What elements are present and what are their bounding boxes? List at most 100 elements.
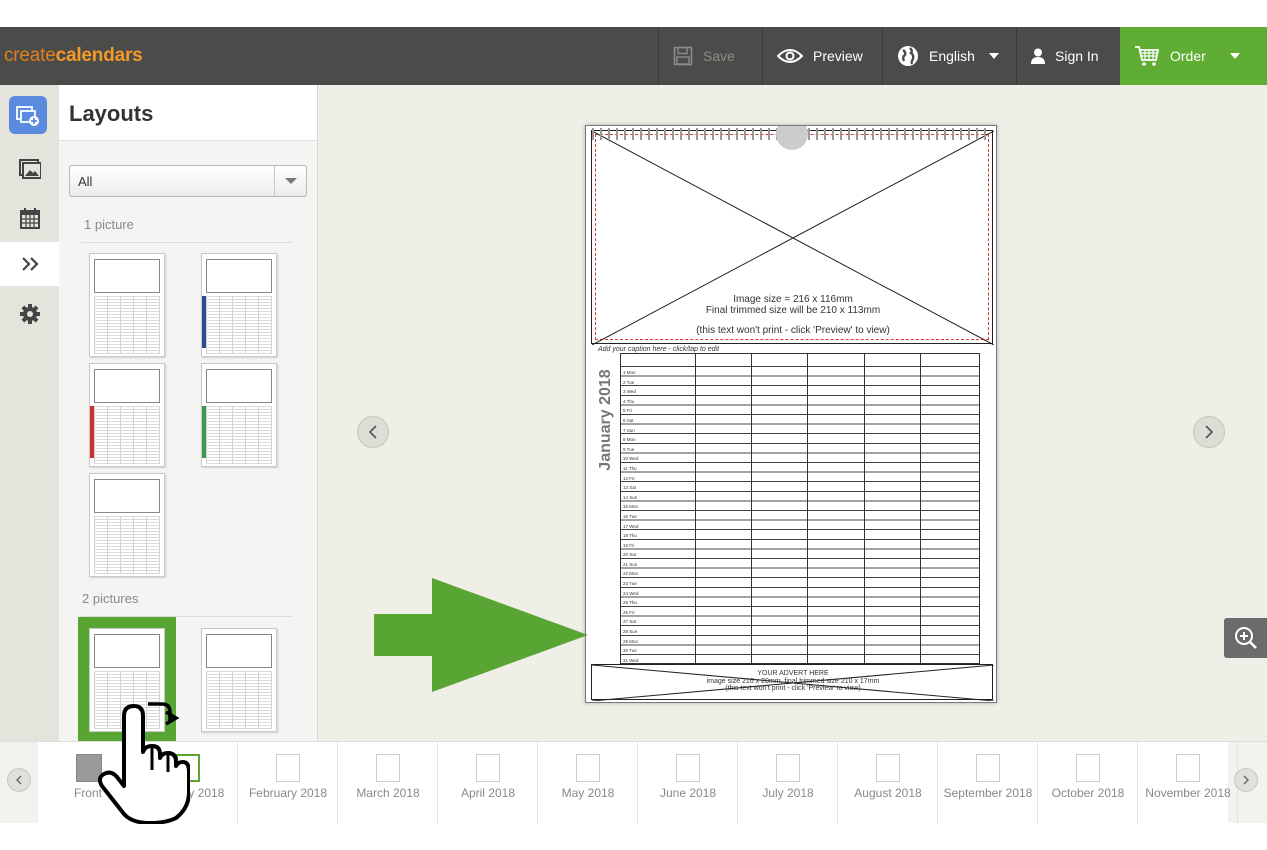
order-label: Order [1170, 48, 1206, 64]
section-label-1-picture: 1 picture [84, 217, 134, 232]
strip-item-label: March 2018 [356, 786, 420, 800]
advert-title: YOUR ADVERT HERE [757, 670, 829, 677]
strip-item-label: February 2018 [248, 786, 328, 800]
chevron-down-icon [274, 166, 306, 196]
photo-placeholder[interactable]: Image size = 216 x 116mm Final trimmed s… [591, 130, 994, 345]
page-thumbnail [876, 754, 900, 782]
strip-item-label: September 2018 [943, 786, 1033, 800]
page-thumbnail [376, 754, 400, 782]
day-label: 22 Mon [623, 571, 639, 577]
strip-item-november-2018[interactable]: November 2018 [1138, 742, 1238, 824]
section-label-2-pictures: 2 pictures [82, 591, 139, 606]
layout-thumbnail[interactable] [201, 628, 277, 732]
day-label: 2 Tue [623, 379, 635, 385]
shopping-cart-icon [1135, 46, 1160, 66]
preview-button[interactable]: Preview [762, 27, 882, 85]
strip-item-label: August 2018 [854, 786, 922, 800]
strip-item-june-2018[interactable]: June 2018 [638, 742, 738, 824]
page-thumbnail [1176, 754, 1200, 782]
strip-scroll-left-button[interactable] [7, 768, 31, 792]
top-bar: createcalendars Save Preview English Sig… [0, 27, 1267, 85]
globe-icon [898, 46, 918, 66]
previous-page-button[interactable] [357, 416, 389, 448]
strip-scroll-right-button[interactable] [1234, 768, 1258, 792]
calendar-page: Image size = 216 x 116mm Final trimmed s… [585, 125, 997, 703]
layouts-panel: Layouts All 1 picture 2 pictures [59, 85, 318, 741]
photos-tab[interactable] [0, 147, 59, 191]
layouts-icon [21, 257, 39, 271]
eye-icon [777, 49, 803, 63]
image-size-text: Image size = 216 x 116mm [733, 294, 853, 305]
day-label: 4 Thu [623, 398, 635, 404]
day-label: 10 Wed [623, 456, 639, 462]
strip-item-august-2018[interactable]: August 2018 [838, 742, 938, 824]
chevron-down-icon [988, 53, 999, 59]
day-label: 23 Tue [623, 581, 637, 587]
day-label: 7 Sun [623, 427, 635, 433]
photo-size-info: Image size = 216 x 116mm Final trimmed s… [592, 294, 994, 336]
page-thumbnail [676, 754, 700, 782]
panel-header: Layouts [59, 85, 317, 141]
strip-item-may-2018[interactable]: May 2018 [538, 742, 638, 824]
month-title: January 2018 [597, 369, 614, 471]
page-strip-items: FrontJanuary 2018February 2018March 2018… [38, 742, 1238, 824]
page-thumbnail [1076, 754, 1100, 782]
day-label: 25 Thu [623, 600, 637, 606]
order-button[interactable]: Order [1120, 27, 1267, 85]
layout-thumbnail[interactable] [201, 363, 277, 467]
layout-thumbnail[interactable] [201, 253, 277, 357]
language-dropdown[interactable]: English [882, 27, 1016, 85]
advert-placeholder[interactable]: YOUR ADVERT HERE image size 216 x 20mm, … [591, 664, 994, 701]
floppy-disk-icon [673, 46, 693, 66]
language-label: English [929, 48, 975, 64]
green-arrow-overlay [374, 578, 588, 692]
layout-thumbnail[interactable] [89, 253, 165, 357]
panel-title: Layouts [69, 101, 154, 126]
calendar-icon [19, 208, 40, 229]
sign-in-button[interactable]: Sign In [1016, 27, 1120, 85]
tool-rail [0, 85, 59, 741]
day-label: 9 Tue [623, 446, 635, 452]
brand-part-calendars: calendars [55, 45, 143, 66]
strip-item-label: July 2018 [762, 786, 814, 800]
strip-item-july-2018[interactable]: July 2018 [738, 742, 838, 824]
strip-item-september-2018[interactable]: September 2018 [938, 742, 1038, 824]
add-photos-icon [16, 106, 39, 126]
layout-thumbnail[interactable] [89, 473, 165, 577]
strip-item-february-2018[interactable]: February 2018 [238, 742, 338, 824]
layouts-tab[interactable] [0, 242, 59, 286]
section-divider [81, 616, 293, 617]
zoom-button[interactable] [1224, 618, 1267, 658]
next-page-button[interactable] [1193, 416, 1225, 448]
day-label: 14 Sun [623, 494, 638, 500]
day-label: 12 Fri [623, 475, 635, 481]
day-label: 24 Wed [623, 590, 639, 596]
settings-tab[interactable] [0, 292, 59, 336]
layout-thumbnail[interactable] [89, 363, 165, 467]
day-label: 16 Tue [623, 513, 637, 519]
strip-item-october-2018[interactable]: October 2018 [1038, 742, 1138, 824]
add-photos-button[interactable] [9, 96, 47, 134]
day-label: 11 Thu [623, 465, 637, 471]
app-window: createcalendars Save Preview English Sig… [0, 27, 1267, 824]
no-print-note: (this text won't print - click 'Preview'… [696, 325, 890, 336]
day-label: 26 Fri [623, 609, 635, 615]
brand-logo[interactable]: createcalendars [4, 45, 143, 67]
day-label: 27 Sat [623, 619, 637, 625]
page-thumbnail [776, 754, 800, 782]
layout-filter-select[interactable]: All [69, 165, 307, 197]
sign-in-label: Sign In [1055, 48, 1099, 64]
page-strip: FrontJanuary 2018February 2018March 2018… [0, 741, 1267, 824]
caption-field[interactable]: Add your caption here - click/tap to edi… [598, 346, 719, 353]
strip-item-label: June 2018 [659, 786, 717, 800]
strip-item-label: April 2018 [460, 786, 516, 800]
calendar-tab[interactable] [0, 196, 59, 240]
strip-item-april-2018[interactable]: April 2018 [438, 742, 538, 824]
page-thumbnail [976, 754, 1000, 782]
strip-item-march-2018[interactable]: March 2018 [338, 742, 438, 824]
calendar-grid[interactable]: 1 Mon 2 Tue 3 Wed 4 Thu 5 Fri 6 Sat 7 Sun 8 Mon… [620, 353, 980, 664]
photos-icon [18, 159, 41, 179]
advert-size-text: image size 216 x 20mm, final trimmed siz… [706, 677, 880, 685]
save-button[interactable]: Save [658, 27, 762, 85]
zoom-in-icon [1234, 627, 1257, 649]
